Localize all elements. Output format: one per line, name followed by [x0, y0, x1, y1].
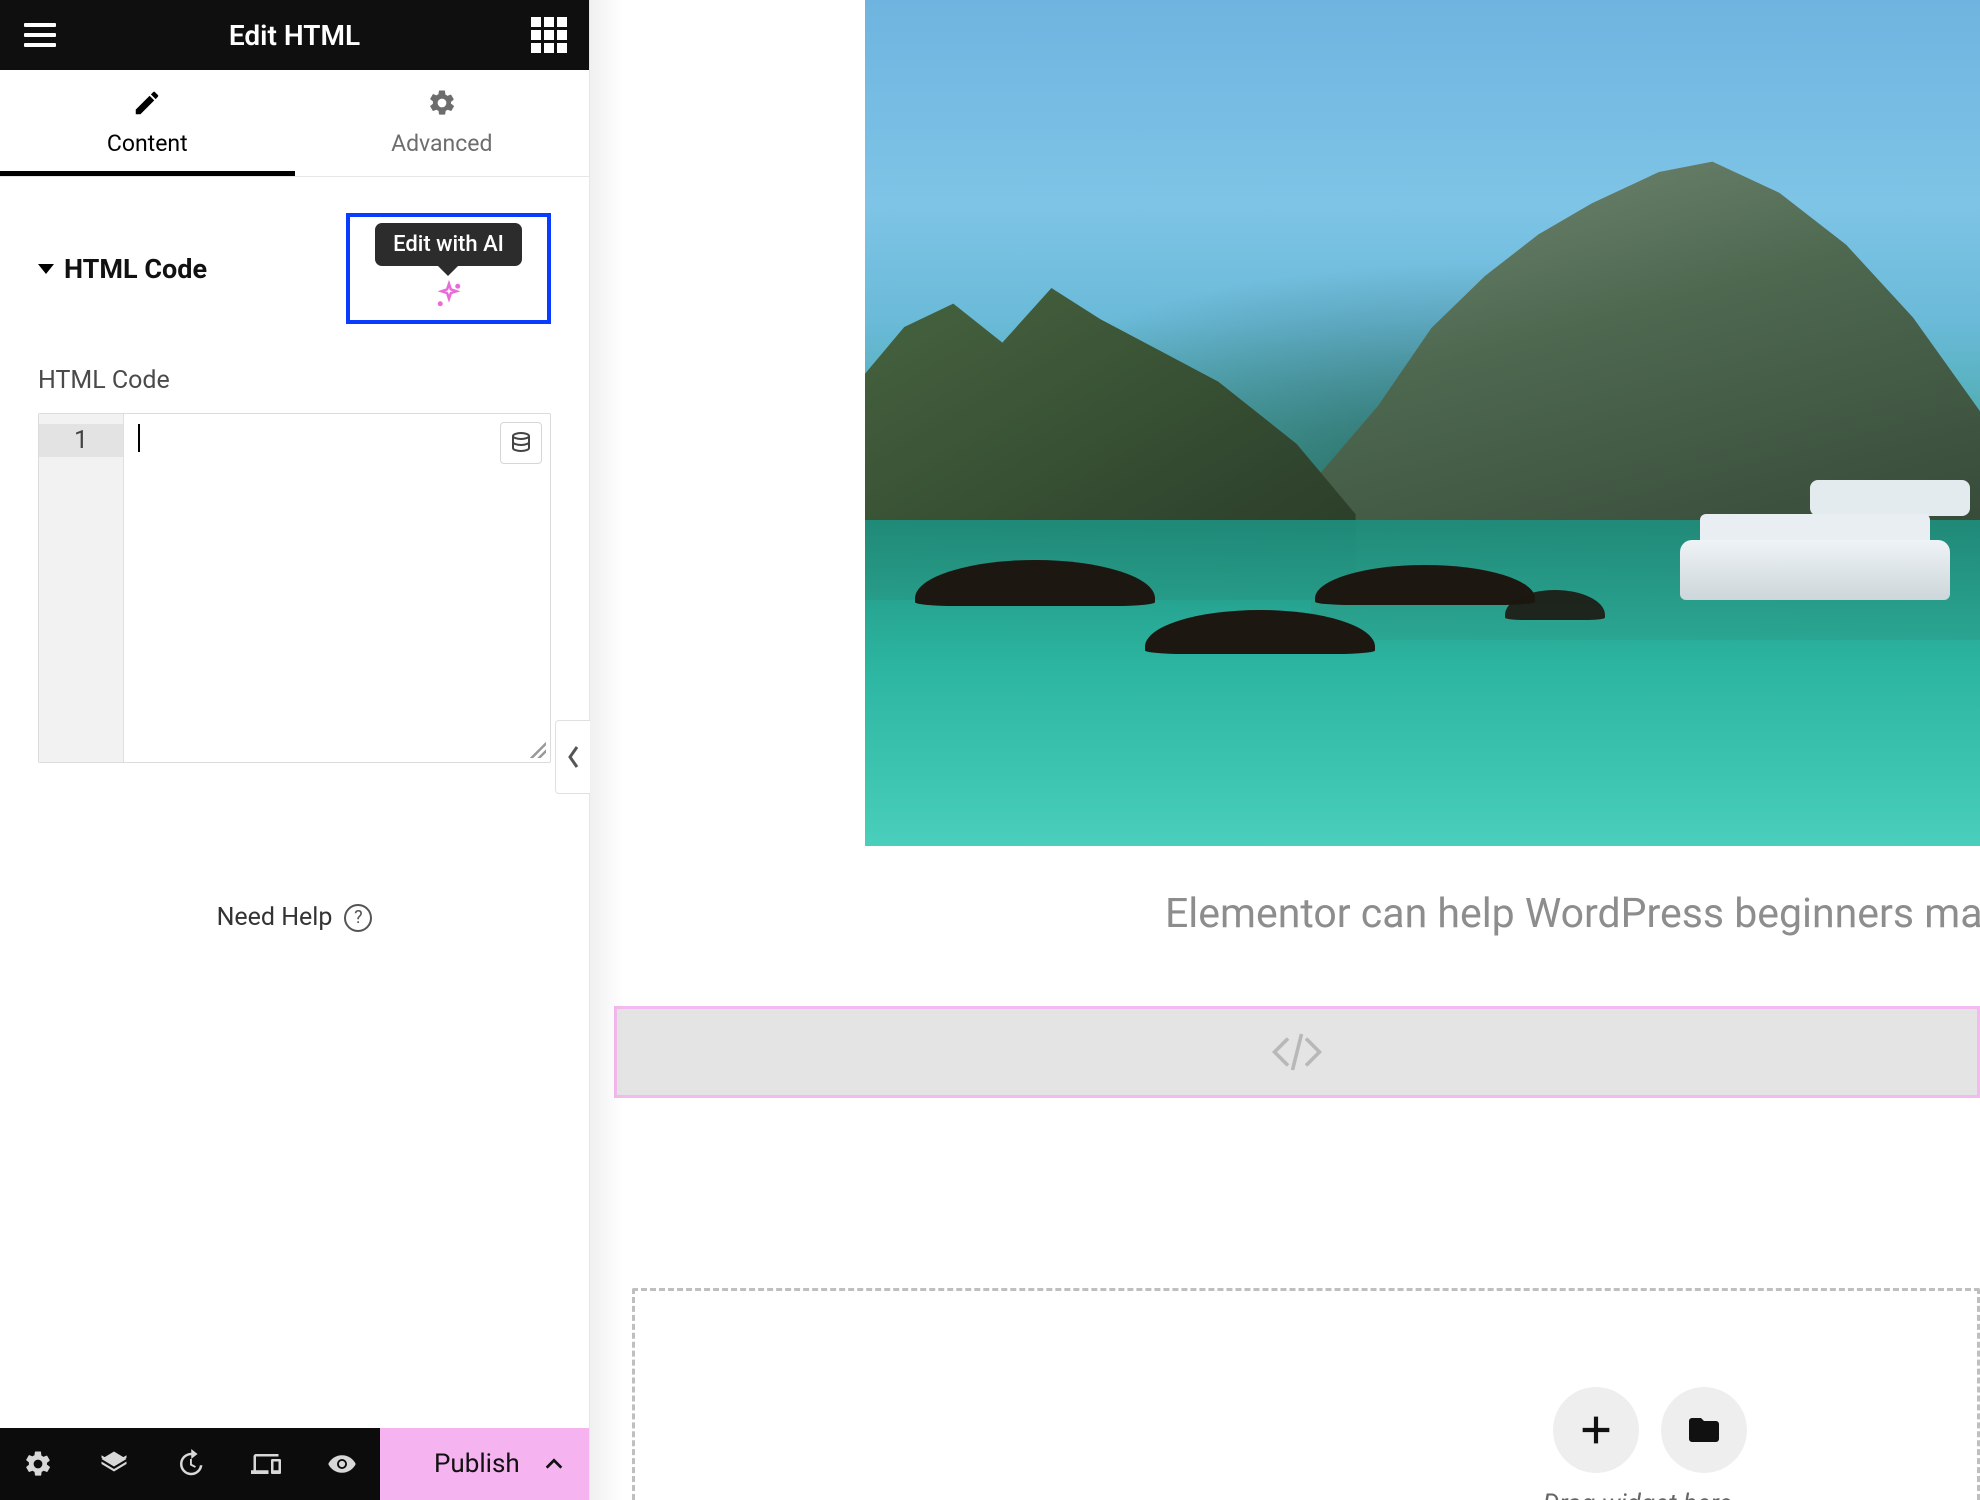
drop-zone[interactable]: Drag widget here — [632, 1288, 1980, 1500]
footer-tools — [0, 1428, 380, 1500]
add-template-button[interactable] — [1661, 1387, 1747, 1473]
section-title: HTML Code — [64, 253, 207, 285]
widgets-grid-icon[interactable] — [531, 17, 567, 53]
panel-tabs: Content Advanced — [0, 70, 589, 177]
edit-with-ai-callout: Edit with AI — [346, 213, 551, 324]
hero-image — [865, 0, 1980, 846]
panel-collapse-button[interactable] — [555, 720, 591, 794]
folder-icon — [1686, 1412, 1722, 1448]
need-help-label: Need Help — [217, 903, 333, 932]
publish-button[interactable]: Publish — [380, 1428, 589, 1500]
editor-panel: Edit HTML Content Advanced HTML Code — [0, 0, 590, 1500]
gear-icon — [23, 1449, 53, 1479]
settings-button[interactable] — [0, 1428, 76, 1500]
field-label-html-code: HTML Code — [38, 366, 551, 395]
html-widget-placeholder[interactable] — [614, 1006, 1980, 1098]
database-icon — [509, 431, 533, 455]
drop-zone-caption: Drag widget here — [1543, 1489, 1732, 1500]
section-header[interactable]: HTML Code Edit with AI — [38, 213, 551, 324]
tab-advanced-label: Advanced — [295, 130, 590, 157]
chevron-down-icon — [38, 264, 54, 274]
pencil-icon — [132, 88, 162, 118]
panel-footer: Publish — [0, 1428, 589, 1500]
history-icon — [175, 1449, 205, 1479]
eye-icon — [327, 1449, 357, 1479]
navigator-button[interactable] — [76, 1428, 152, 1500]
tab-content[interactable]: Content — [0, 70, 295, 176]
tab-advanced[interactable]: Advanced — [295, 70, 590, 176]
preview-canvas[interactable]: Elementor can help WordPress beginners m… — [590, 0, 1980, 1500]
publish-label: Publish — [434, 1449, 520, 1479]
code-icon — [1270, 1025, 1324, 1079]
menu-icon[interactable] — [22, 17, 58, 53]
gear-icon — [427, 88, 457, 118]
responsive-button[interactable] — [228, 1428, 304, 1500]
tab-content-label: Content — [0, 130, 295, 157]
ai-tooltip: Edit with AI — [375, 223, 522, 266]
line-number: 1 — [39, 424, 123, 457]
preview-caption: Elementor can help WordPress beginners m… — [1165, 890, 1980, 938]
dynamic-tags-button[interactable] — [500, 422, 542, 464]
history-button[interactable] — [152, 1428, 228, 1500]
add-widget-button[interactable] — [1553, 1387, 1639, 1473]
devices-icon — [251, 1449, 281, 1479]
chevron-up-icon — [543, 1453, 565, 1475]
need-help-link[interactable]: Need Help ? — [38, 903, 551, 932]
plus-icon — [1576, 1410, 1616, 1450]
resize-handle[interactable] — [528, 740, 546, 758]
html-code-editor[interactable]: 1 — [38, 413, 551, 763]
editor-textarea[interactable] — [124, 414, 550, 762]
chevron-left-icon — [566, 744, 582, 770]
layers-icon — [99, 1449, 129, 1479]
sparkle-icon[interactable] — [434, 280, 464, 310]
preview-button[interactable] — [304, 1428, 380, 1500]
panel-title: Edit HTML — [229, 19, 360, 52]
panel-header: Edit HTML — [0, 0, 589, 70]
help-icon: ? — [344, 904, 372, 932]
editor-gutter: 1 — [39, 414, 124, 762]
section-html-code: HTML Code Edit with AI HTML Code 1 — [0, 177, 589, 932]
